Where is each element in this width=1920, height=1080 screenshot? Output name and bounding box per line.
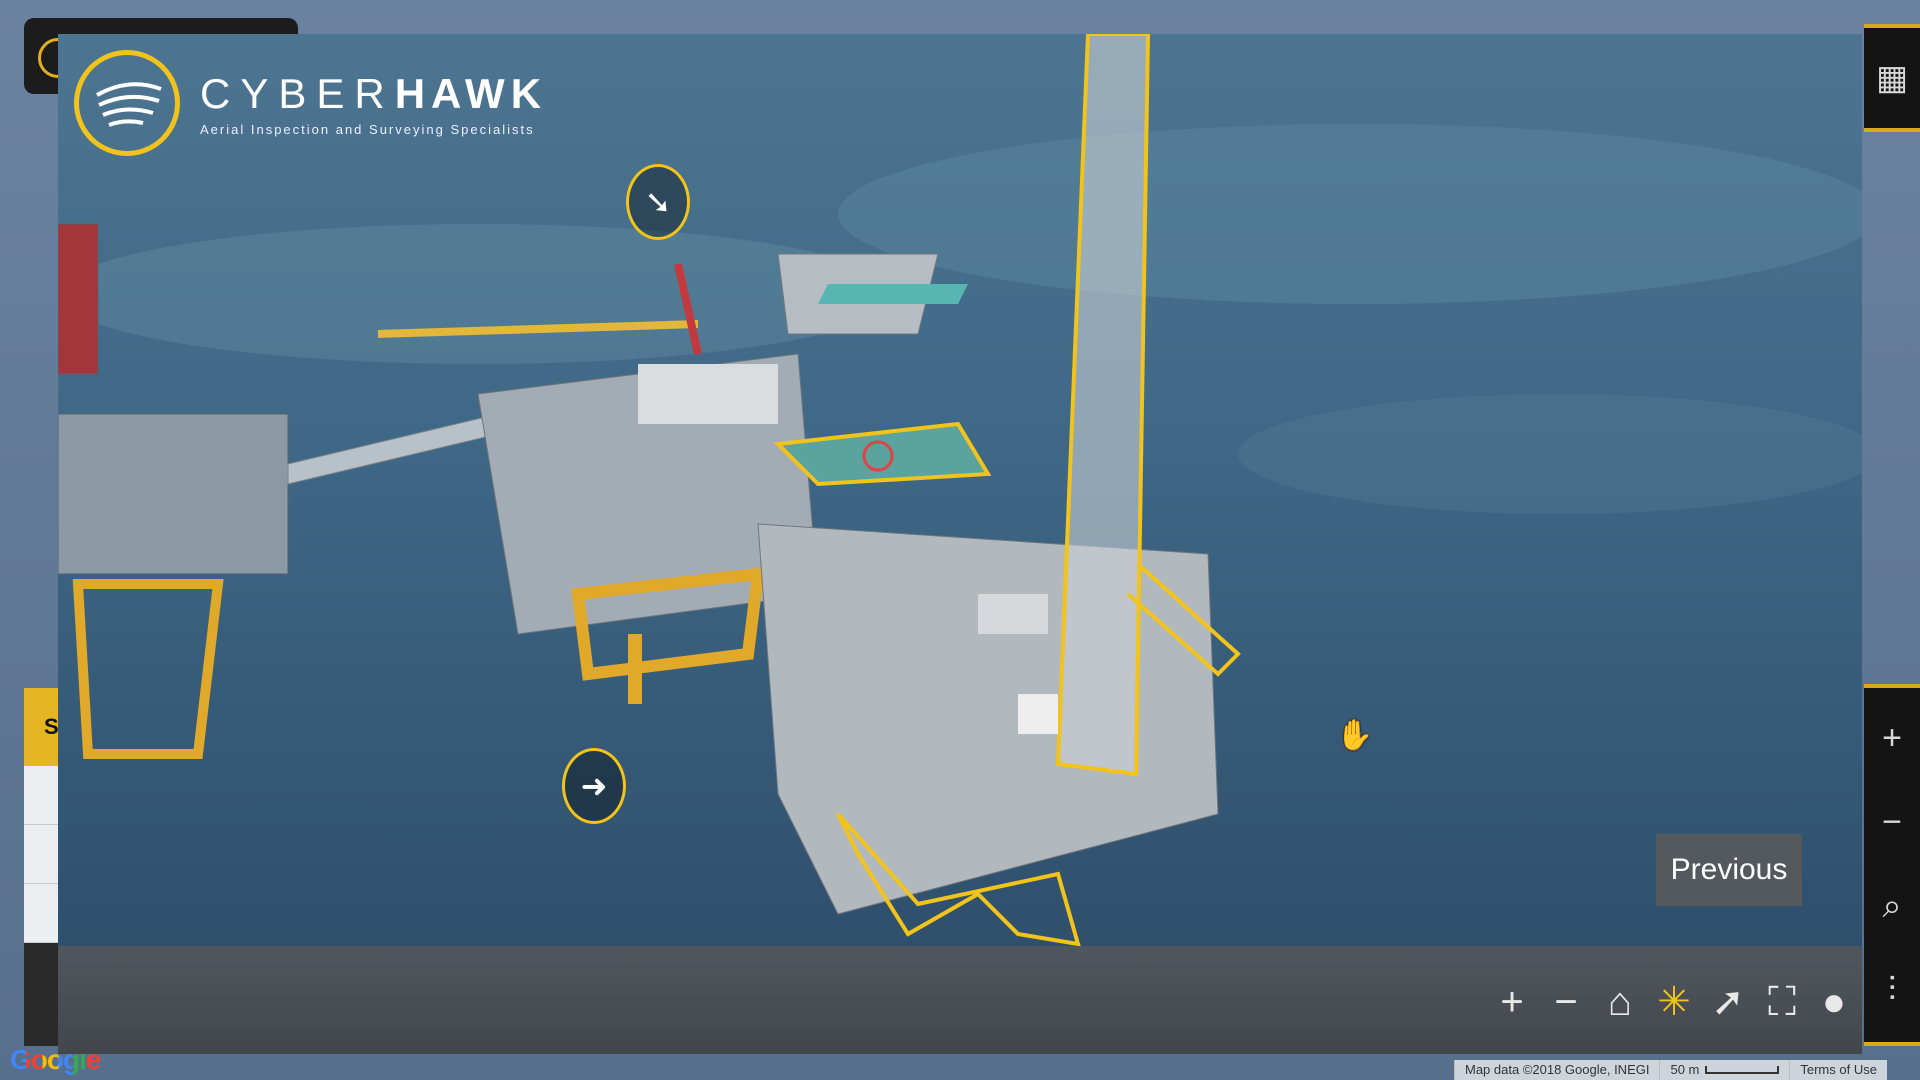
hotspot-arrow-right-icon[interactable]: ➜: [562, 748, 626, 824]
hawk-wing-icon: [74, 50, 180, 156]
settings-sliders-icon[interactable]: ⫶: [1864, 960, 1920, 1020]
terms-of-use-link[interactable]: Terms of Use: [1789, 1060, 1887, 1080]
map-scale[interactable]: 50 m: [1659, 1060, 1789, 1080]
arrow-toggle-icon[interactable]: ➚: [1704, 978, 1752, 1026]
brand-tagline: Aerial Inspection and Surveying Speciali…: [200, 121, 535, 137]
map-tools-panel: + − ⌕ ⫶: [1864, 684, 1920, 1046]
calendar-panel: ▦: [1864, 24, 1920, 132]
map-zoom-out-button[interactable]: −: [1864, 792, 1920, 852]
home-icon[interactable]: ⌂: [1596, 978, 1644, 1026]
previous-button[interactable]: Previous: [1656, 834, 1802, 906]
location-pin-icon[interactable]: ●: [1810, 978, 1858, 1026]
map-attribution: Map data ©2018 Google, INEGI 50 m Terms …: [1454, 1060, 1887, 1080]
scale-bar: [1705, 1066, 1780, 1074]
hotspot-arrow-down-right-icon[interactable]: ➘: [626, 164, 690, 240]
hand-cursor-icon: ✋: [1336, 719, 1374, 752]
map-data-label[interactable]: Map data ©2018 Google, INEGI: [1454, 1060, 1659, 1080]
zoom-out-icon[interactable]: −: [1542, 978, 1590, 1026]
map-zoom-in-button[interactable]: +: [1864, 708, 1920, 768]
brand-name-light: CYBER: [200, 69, 395, 117]
calendar-icon[interactable]: ▦: [1864, 48, 1920, 108]
highlight-toggle-icon[interactable]: ✳: [1650, 978, 1698, 1026]
scale-label: 50 m: [1670, 1062, 1700, 1077]
fullscreen-icon[interactable]: ⛶: [1758, 978, 1806, 1026]
viewer-toolbar: + − ⌂ ✳ ➚ ⛶ ●: [58, 946, 1862, 1054]
panorama-viewer[interactable]: CYBERHAWK Aerial Inspection and Surveyin…: [58, 34, 1862, 1054]
cyberhawk-logo: CYBERHAWK Aerial Inspection and Surveyin…: [74, 50, 547, 156]
map-control-rail: ▦ + − ⌕ ⫶: [1864, 24, 1920, 1046]
zoom-in-icon[interactable]: +: [1488, 978, 1536, 1026]
zoom-select-icon[interactable]: ⌕: [1864, 876, 1920, 936]
offshore-platform-scene: [58, 34, 1862, 1054]
brand-name-bold: HAWK: [394, 69, 548, 117]
